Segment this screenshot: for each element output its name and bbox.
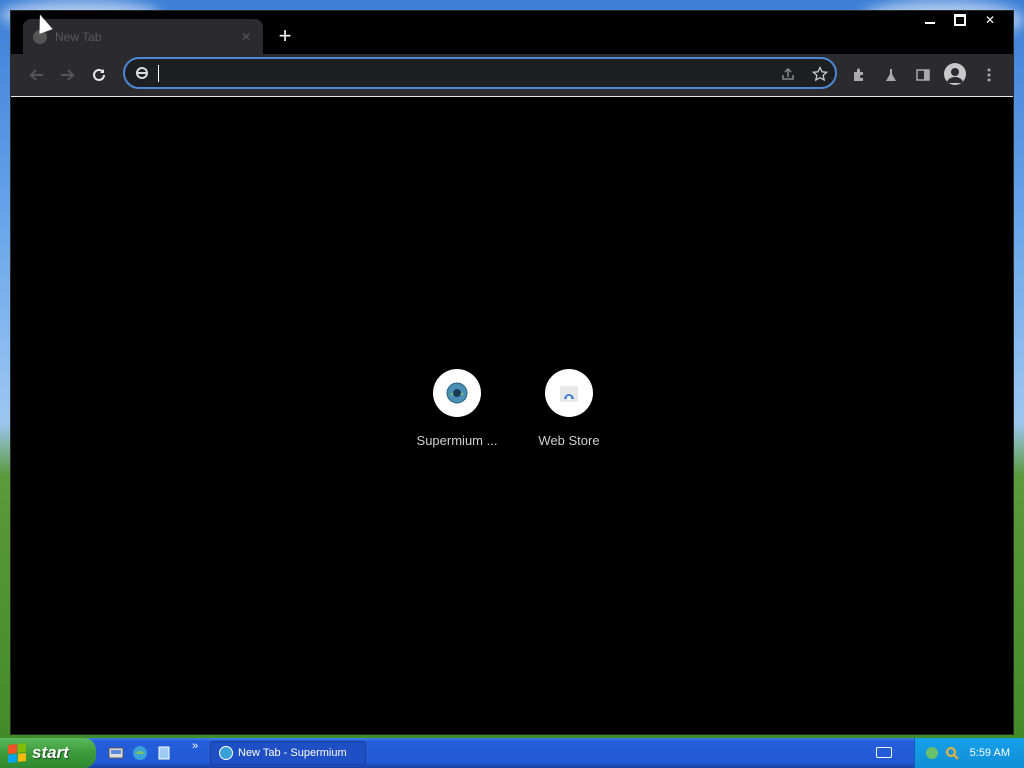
search-engine-icon	[136, 67, 148, 79]
taskbar-item-new-tab[interactable]: New Tab - Supermium	[210, 741, 366, 765]
show-desktop-icon[interactable]	[108, 745, 124, 761]
taskbar-item-label: New Tab - Supermium	[238, 747, 347, 759]
network-icon[interactable]	[925, 746, 939, 760]
start-label: start	[32, 743, 69, 762]
supermium-icon	[446, 382, 468, 404]
media-player-icon[interactable]	[156, 745, 172, 761]
start-button[interactable]: start	[0, 738, 96, 768]
forward-button[interactable]	[55, 63, 79, 87]
more-vert-icon	[987, 68, 991, 82]
web-store-icon	[560, 386, 578, 402]
window-controls: ✕	[915, 11, 1005, 29]
shortcut-tile	[545, 369, 593, 417]
browser-icon	[219, 746, 233, 760]
maximize-button[interactable]	[945, 11, 975, 29]
keyboard-icon[interactable]	[876, 747, 892, 758]
clock: 5:59 AM	[969, 747, 1010, 759]
browser-toolbar	[11, 54, 1013, 97]
arrow-right-icon	[61, 69, 75, 81]
share-button[interactable]	[779, 65, 797, 83]
address-bar[interactable]	[123, 57, 837, 89]
shortcut-web-store[interactable]: Web Store	[513, 369, 625, 448]
shortcut-label: Supermium ...	[416, 433, 498, 448]
reload-icon	[93, 68, 105, 81]
extensions-button[interactable]	[849, 65, 869, 85]
browser-window: New Tab ✕ + ✕ Supermium ... Web Store	[10, 10, 1014, 735]
side-panel-icon	[916, 69, 930, 81]
star-icon	[812, 66, 828, 82]
close-window-button[interactable]: ✕	[975, 11, 1005, 29]
title-bar[interactable]: New Tab ✕ + ✕	[11, 11, 1013, 54]
new-tab-button[interactable]: +	[273, 25, 297, 49]
system-tray: 5:59 AM	[914, 738, 1024, 768]
menu-button[interactable]	[979, 65, 999, 85]
tab-new-tab[interactable]: New Tab ✕	[23, 19, 263, 54]
shortcut-label: Web Store	[538, 433, 600, 448]
taskbar: start » New Tab - Supermium 5:59 AM	[0, 738, 1024, 768]
side-panel-button[interactable]	[913, 65, 933, 85]
browser-quicklaunch-icon[interactable]	[132, 745, 148, 761]
close-icon[interactable]: ✕	[239, 30, 253, 44]
address-input[interactable]	[155, 63, 759, 85]
windows-logo-icon	[8, 743, 26, 763]
tab-title: New Tab	[55, 29, 102, 44]
shortcut-supermium[interactable]: Supermium ...	[401, 369, 513, 448]
back-button[interactable]	[25, 63, 49, 87]
minimize-button[interactable]	[915, 11, 945, 29]
new-tab-page: Supermium ... Web Store	[11, 97, 1013, 734]
quick-launch-more-icon[interactable]: »	[192, 740, 198, 752]
labs-button[interactable]	[881, 65, 901, 85]
profile-avatar[interactable]	[944, 63, 966, 85]
person-icon	[947, 68, 963, 83]
flask-icon	[886, 69, 896, 81]
puzzle-icon	[854, 68, 863, 81]
arrow-left-icon	[29, 69, 43, 81]
share-icon	[782, 67, 794, 80]
shortcut-tile	[433, 369, 481, 417]
text-caret	[158, 65, 159, 82]
search-tray-icon[interactable]	[945, 746, 959, 760]
bookmark-button[interactable]	[811, 65, 829, 83]
reload-button[interactable]	[87, 63, 111, 87]
